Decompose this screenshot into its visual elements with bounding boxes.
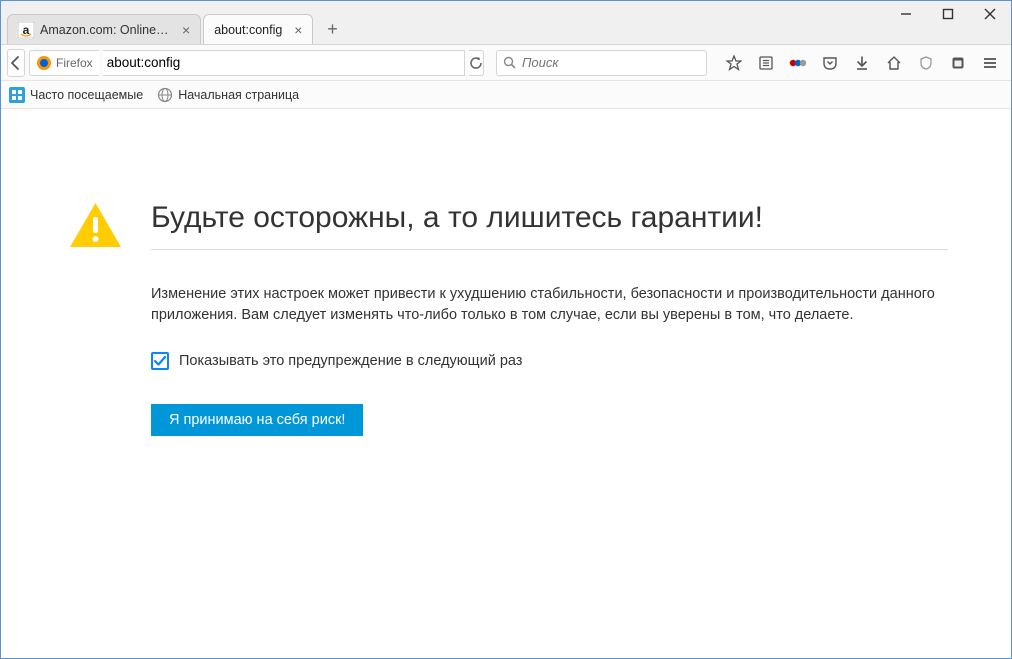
menu-button[interactable] [975, 49, 1005, 77]
tab-about-config[interactable]: about:config × [203, 14, 313, 44]
accept-risk-button[interactable]: Я принимаю на себя риск! [151, 404, 363, 436]
bookmark-home-page[interactable]: Начальная страница [157, 87, 299, 103]
bookmark-label: Часто посещаемые [30, 88, 143, 102]
search-icon [503, 56, 516, 69]
search-input[interactable] [522, 55, 700, 70]
window-controls [885, 1, 1011, 27]
maximize-button[interactable] [927, 1, 969, 27]
toolbar-icons [719, 49, 1005, 77]
firefox-icon [36, 55, 52, 71]
close-button[interactable] [969, 1, 1011, 27]
back-button[interactable] [7, 49, 25, 77]
tab-amazon[interactable]: a Amazon.com: Online Sho... × [7, 14, 201, 44]
bookmark-most-visited[interactable]: Часто посещаемые [9, 87, 143, 103]
url-input[interactable] [107, 55, 460, 70]
new-tab-button[interactable]: + [319, 16, 345, 42]
reader-list-button[interactable] [751, 49, 781, 77]
close-icon[interactable]: × [182, 22, 190, 38]
page-content: Будьте осторожны, а то лишитесь гарантии… [1, 109, 1011, 658]
warning-heading: Будьте осторожны, а то лишитесь гарантии… [151, 201, 948, 250]
shield-button[interactable] [911, 49, 941, 77]
new-window-button[interactable] [943, 49, 973, 77]
identity-label: Firefox [56, 56, 93, 70]
tab-strip: a Amazon.com: Online Sho... × about:conf… [1, 1, 345, 44]
identity-box[interactable]: Firefox [29, 50, 99, 76]
url-bar[interactable] [103, 50, 465, 76]
amazon-favicon: a [18, 22, 34, 38]
warning-icon [68, 201, 123, 436]
reload-button[interactable] [469, 50, 484, 76]
globe-icon [157, 87, 173, 103]
title-bar: a Amazon.com: Online Sho... × about:conf… [1, 1, 1011, 45]
nav-toolbar: Firefox [1, 45, 1011, 81]
extension-button[interactable] [783, 49, 813, 77]
checkbox-label: Показывать это предупреждение в следующи… [179, 353, 522, 369]
warning-description: Изменение этих настроек может привести к… [151, 284, 948, 326]
close-icon[interactable]: × [294, 22, 302, 38]
tab-label: about:config [214, 23, 282, 37]
bookmark-label: Начальная страница [178, 88, 299, 102]
tab-label: Amazon.com: Online Sho... [40, 23, 170, 37]
home-button[interactable] [879, 49, 909, 77]
minimize-button[interactable] [885, 1, 927, 27]
bookmark-star-button[interactable] [719, 49, 749, 77]
bookmarks-bar: Часто посещаемые Начальная страница [1, 81, 1011, 109]
most-visited-icon [9, 87, 25, 103]
show-warning-checkbox[interactable] [151, 352, 169, 370]
downloads-button[interactable] [847, 49, 877, 77]
pocket-button[interactable] [815, 49, 845, 77]
search-bar[interactable] [496, 50, 707, 76]
